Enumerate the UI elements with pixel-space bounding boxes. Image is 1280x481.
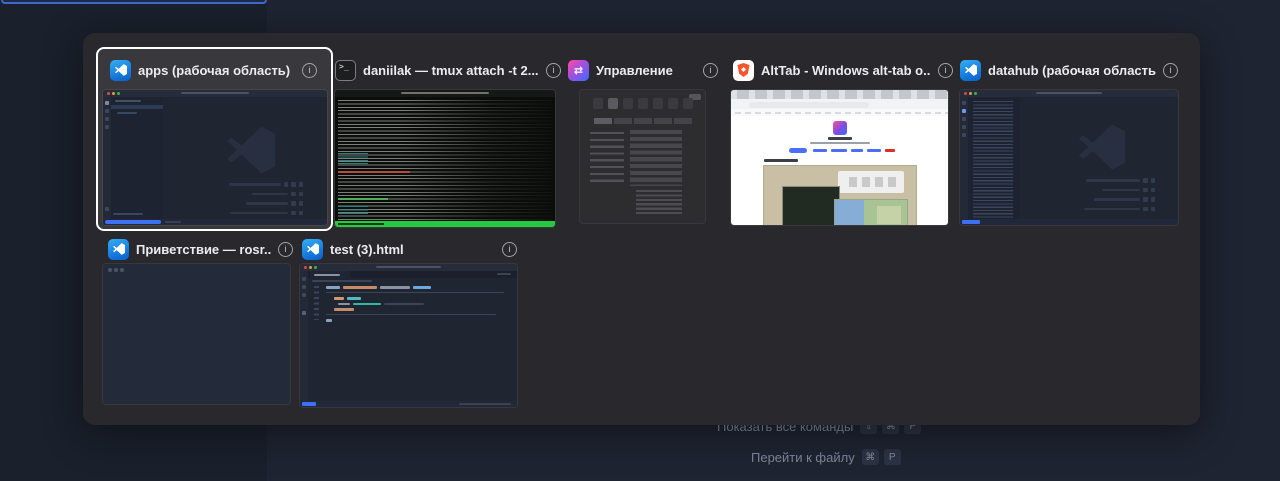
shortcut-go-to-file: Перейти к файлу ⌘ P xyxy=(751,449,901,465)
window-title: Приветствие — rosr... xyxy=(136,241,271,257)
window-thumbnail-terminal xyxy=(335,90,555,227)
window-thumbnail-settings xyxy=(580,90,705,223)
window-thumbnail-browser xyxy=(731,90,948,225)
window-info-icon[interactable]: i xyxy=(546,62,561,78)
window-thumbnail-welcome xyxy=(103,264,290,404)
docs-screenshot xyxy=(764,166,916,225)
screen: Показать все команды ⇧ ⌘ P Перейти к фай… xyxy=(0,0,1280,481)
remote-badge xyxy=(302,402,316,406)
window-title: test (3).html xyxy=(330,241,404,257)
vscode-icon xyxy=(302,238,323,260)
vscode-icon xyxy=(108,238,129,260)
alttab-app-icon: ⇄ xyxy=(568,59,589,81)
window-thumbnail-datahub xyxy=(960,90,1178,225)
shortcut-label: Перейти к файлу xyxy=(751,449,855,465)
quick-input-box[interactable] xyxy=(1,0,267,4)
window-title: datahub (рабочая область) xyxy=(988,62,1156,78)
vscode-icon xyxy=(110,59,131,81)
window-title: daniilak — tmux attach -t 2... xyxy=(363,62,539,78)
window-info-icon[interactable]: i xyxy=(1163,62,1178,78)
vscode-icon xyxy=(960,59,981,81)
window-info-icon[interactable]: i xyxy=(938,62,953,78)
terminal-icon: >_ xyxy=(335,59,356,81)
shortcut-keys: ⌘ P xyxy=(861,449,901,465)
key-p: P xyxy=(883,449,901,465)
window-info-icon[interactable]: i xyxy=(703,62,718,78)
key-cmd: ⌘ xyxy=(861,449,879,465)
window-info-icon[interactable]: i xyxy=(278,241,293,257)
remote-badge xyxy=(962,220,980,224)
alttab-logo xyxy=(832,121,847,135)
window-info-icon[interactable]: i xyxy=(302,62,317,78)
vscode-watermark xyxy=(1075,120,1129,174)
window-info-icon[interactable]: i xyxy=(502,241,517,257)
status-progress xyxy=(105,220,161,224)
window-thumbnail-apps xyxy=(103,90,327,225)
window-title: AltTab - Windows alt-tab o... xyxy=(761,62,931,78)
window-thumbnail-test-html xyxy=(300,264,517,407)
tmux-status-bar xyxy=(335,221,555,227)
vscode-watermark xyxy=(223,122,279,178)
window-title: Управление xyxy=(596,62,673,78)
brave-icon xyxy=(733,59,754,81)
alt-tab-switcher-panel: apps (рабочая область) i >_ daniilak — t… xyxy=(83,33,1200,425)
window-title: apps (рабочая область) xyxy=(138,62,291,78)
